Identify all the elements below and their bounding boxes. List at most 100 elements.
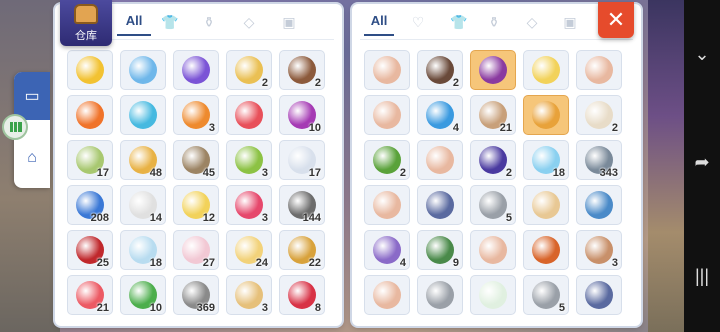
item-slot[interactable]: 144 bbox=[279, 185, 325, 225]
item-slot[interactable]: 3 bbox=[226, 275, 272, 315]
background-scene-right bbox=[648, 0, 684, 332]
tab-all[interactable]: All bbox=[117, 13, 151, 33]
item-icon bbox=[288, 56, 316, 84]
card-icon[interactable]: ▣ bbox=[281, 14, 297, 30]
item-slot[interactable]: 9 bbox=[417, 230, 463, 270]
item-icon bbox=[426, 101, 454, 129]
item-slot[interactable]: 14 bbox=[120, 185, 166, 225]
share-icon[interactable]: ➦ bbox=[692, 152, 712, 172]
item-quantity: 369 bbox=[196, 302, 215, 314]
item-icon bbox=[373, 191, 401, 219]
item-slot[interactable] bbox=[417, 275, 463, 315]
item-slot[interactable]: 18 bbox=[120, 230, 166, 270]
tab-all[interactable]: All bbox=[364, 13, 394, 33]
item-slot[interactable]: 27 bbox=[173, 230, 219, 270]
item-quantity: 5 bbox=[558, 302, 565, 314]
item-quantity: 2 bbox=[611, 122, 618, 134]
item-icon bbox=[373, 281, 401, 309]
item-slot[interactable]: 10 bbox=[120, 275, 166, 315]
gem-icon[interactable]: ◇ bbox=[241, 14, 257, 30]
chevron-down-icon[interactable]: ⌄ bbox=[692, 44, 712, 64]
home-icon: ⌂ bbox=[27, 149, 37, 166]
item-icon bbox=[479, 236, 507, 264]
item-slot[interactable]: 2 bbox=[226, 50, 272, 90]
item-slot[interactable] bbox=[523, 50, 569, 90]
item-slot[interactable] bbox=[364, 95, 410, 135]
item-slot[interactable]: 3 bbox=[226, 185, 272, 225]
item-slot[interactable]: 343 bbox=[576, 140, 622, 180]
item-slot[interactable] bbox=[576, 50, 622, 90]
item-quantity: 14 bbox=[149, 212, 162, 224]
item-slot[interactable]: 45 bbox=[173, 140, 219, 180]
item-slot[interactable] bbox=[523, 185, 569, 225]
side-tab-home[interactable]: ⌂ bbox=[14, 134, 50, 182]
side-tab-inbox[interactable]: ▭ bbox=[14, 72, 50, 120]
shirt-icon[interactable]: 👕 bbox=[161, 14, 178, 30]
item-slot[interactable] bbox=[576, 275, 622, 315]
item-icon bbox=[235, 56, 263, 84]
item-slot[interactable] bbox=[576, 185, 622, 225]
potion-icon[interactable]: ⚱ bbox=[201, 14, 217, 30]
item-slot[interactable]: 3 bbox=[173, 95, 219, 135]
item-icon bbox=[585, 191, 613, 219]
item-slot[interactable]: 17 bbox=[279, 140, 325, 180]
item-slot[interactable]: 4 bbox=[417, 95, 463, 135]
gem-icon[interactable]: ◇ bbox=[524, 14, 540, 30]
item-slot[interactable] bbox=[67, 50, 113, 90]
item-slot[interactable]: 2 bbox=[417, 50, 463, 90]
item-slot[interactable] bbox=[364, 275, 410, 315]
item-quantity: 2 bbox=[314, 77, 321, 89]
item-slot[interactable] bbox=[364, 50, 410, 90]
item-slot[interactable] bbox=[120, 95, 166, 135]
tab-active-underline bbox=[364, 34, 394, 36]
menu-icon[interactable]: ||| bbox=[692, 266, 712, 286]
item-slot[interactable] bbox=[470, 275, 516, 315]
item-icon bbox=[479, 281, 507, 309]
item-icon bbox=[532, 56, 560, 84]
item-slot[interactable]: 21 bbox=[67, 275, 113, 315]
item-icon bbox=[479, 56, 507, 84]
item-slot[interactable] bbox=[364, 185, 410, 225]
item-slot[interactable]: 10 bbox=[279, 95, 325, 135]
item-slot[interactable] bbox=[417, 140, 463, 180]
item-slot[interactable]: 5 bbox=[470, 185, 516, 225]
item-slot[interactable]: 22 bbox=[279, 230, 325, 270]
item-slot[interactable]: 208 bbox=[67, 185, 113, 225]
item-slot[interactable]: 25 bbox=[67, 230, 113, 270]
item-slot[interactable]: 3 bbox=[226, 140, 272, 180]
item-slot[interactable]: 2 bbox=[279, 50, 325, 90]
card-icon[interactable]: ▣ bbox=[562, 14, 578, 30]
item-slot[interactable] bbox=[173, 50, 219, 90]
item-slot[interactable] bbox=[523, 230, 569, 270]
item-quantity: 343 bbox=[599, 167, 618, 179]
item-slot[interactable]: 3 bbox=[576, 230, 622, 270]
signal-indicator[interactable] bbox=[2, 114, 28, 140]
item-slot[interactable]: 12 bbox=[173, 185, 219, 225]
item-slot[interactable] bbox=[120, 50, 166, 90]
item-slot[interactable]: 5 bbox=[523, 275, 569, 315]
item-slot[interactable]: 369 bbox=[173, 275, 219, 315]
item-quantity: 9 bbox=[452, 257, 459, 269]
item-slot[interactable]: 2 bbox=[364, 140, 410, 180]
heart-icon[interactable]: ♡ bbox=[410, 14, 426, 30]
item-slot[interactable]: 2 bbox=[470, 140, 516, 180]
item-slot[interactable]: 4 bbox=[364, 230, 410, 270]
shirt-icon[interactable]: 👕 bbox=[450, 14, 467, 30]
item-slot[interactable]: 2 bbox=[576, 95, 622, 135]
item-slot[interactable]: 17 bbox=[67, 140, 113, 180]
potion-icon[interactable]: ⚱ bbox=[486, 14, 502, 30]
item-slot[interactable] bbox=[523, 95, 569, 135]
item-slot[interactable]: 21 bbox=[470, 95, 516, 135]
item-icon bbox=[373, 56, 401, 84]
item-slot[interactable] bbox=[470, 50, 516, 90]
item-slot[interactable]: 24 bbox=[226, 230, 272, 270]
item-slot[interactable] bbox=[417, 185, 463, 225]
close-button[interactable]: ✕ bbox=[598, 2, 634, 38]
item-slot[interactable] bbox=[67, 95, 113, 135]
item-slot[interactable]: 48 bbox=[120, 140, 166, 180]
item-slot[interactable]: 8 bbox=[279, 275, 325, 315]
item-slot[interactable] bbox=[226, 95, 272, 135]
item-quantity: 21 bbox=[96, 302, 109, 314]
item-slot[interactable] bbox=[470, 230, 516, 270]
item-slot[interactable]: 18 bbox=[523, 140, 569, 180]
